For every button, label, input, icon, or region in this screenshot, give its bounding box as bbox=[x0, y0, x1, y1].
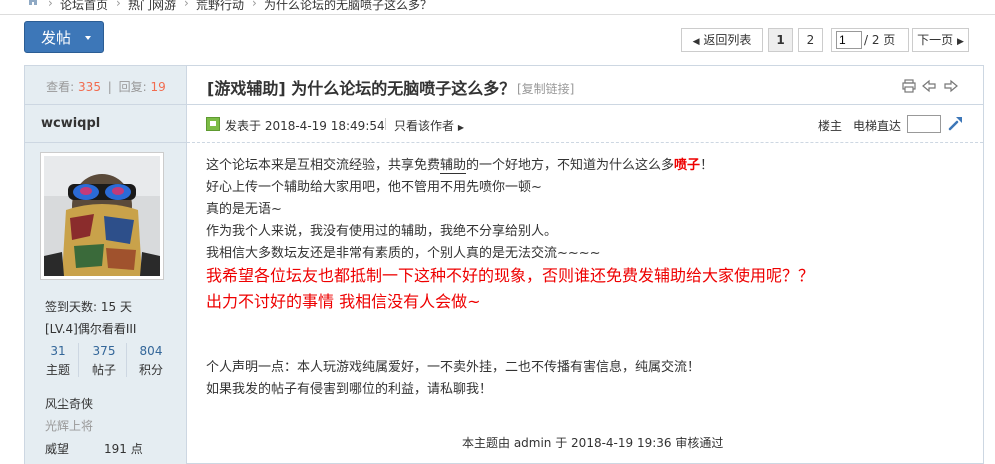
breadcrumb-hot-games[interactable]: 热门网游 bbox=[128, 0, 176, 13]
elevator-label: 电梯直达 bbox=[853, 119, 902, 133]
count-divider bbox=[126, 343, 127, 377]
next-page-button[interactable]: 下一页 ▶ bbox=[912, 28, 969, 52]
checkin-days: 签到天数: 15 天 bbox=[45, 300, 132, 314]
user-rank-sub: 光辉上将 bbox=[45, 419, 94, 433]
moderation-note: 本主题由 admin 于 2018-4-19 19:36 审核通过 bbox=[462, 436, 724, 450]
breadcrumb-forum-home[interactable]: 论坛首页 bbox=[60, 0, 108, 13]
caret-right-icon: ▶ bbox=[457, 123, 464, 132]
count-divider bbox=[78, 343, 79, 377]
keyword-link[interactable]: 辅助 bbox=[440, 158, 467, 174]
print-icon[interactable] bbox=[902, 79, 916, 93]
threads-label: 主题 bbox=[45, 363, 70, 377]
views-count: 335 bbox=[78, 80, 101, 94]
next-thread-icon[interactable] bbox=[944, 79, 958, 93]
page-2-button[interactable]: 2 bbox=[798, 28, 823, 52]
back-to-list-button[interactable]: ◀ 返回列表 bbox=[681, 28, 763, 52]
elevator-go-icon[interactable] bbox=[947, 114, 965, 132]
content-text: 这个论坛本来是互相交流经验，共享免费 bbox=[206, 158, 441, 173]
page-total: / 2 页 bbox=[864, 33, 896, 47]
content-line: 个人声明一点：本人玩游戏纯属爱好，一不卖外挂，二也不传播有害信息，纯属交流！ bbox=[206, 360, 701, 375]
posts-count[interactable]: 375 bbox=[89, 344, 119, 358]
copy-link[interactable]: [复制链接] bbox=[517, 80, 574, 97]
views-label: 查看: bbox=[46, 80, 75, 94]
prestige-value: 191 点 bbox=[104, 442, 143, 456]
highlight-text: 喷子 bbox=[674, 158, 701, 173]
posts-label: 帖子 bbox=[91, 363, 116, 377]
breadcrumb: › 论坛首页 › 热门网游 › 荒野行动 › 为什么论坛的无脑喷子这么多？ bbox=[0, 0, 995, 15]
replies-count: 19 bbox=[150, 80, 166, 94]
points-count[interactable]: 804 bbox=[136, 344, 166, 358]
only-author-link[interactable]: 只看该作者 ▶ bbox=[394, 117, 464, 134]
previous-thread-icon[interactable] bbox=[922, 79, 936, 93]
content-line: 这个论坛本来是互相交流经验，共享免费辅助的一个好地方，不知道为什么这么多喷子！ bbox=[206, 154, 714, 174]
content-line: 作为我个人来说，我没有使用过的辅助，我绝不分享给别人。 bbox=[206, 224, 558, 239]
content-line-emphasis: 我希望各位坛友也都抵制一下这种不好的现象，否则谁还免费发辅助给大家使用呢？？ bbox=[206, 266, 815, 285]
new-post-label: 发帖 bbox=[41, 29, 72, 47]
content-line-emphasis: 出力不讨好的事情 我相信没有人会做~ bbox=[206, 292, 481, 311]
user-rank: 风尘奇侠 bbox=[45, 397, 94, 411]
back-to-list-label: 返回列表 bbox=[703, 33, 752, 47]
thread-title-row: [游戏辅助] 为什么论坛的无脑喷子这么多？ [复制链接] bbox=[187, 66, 983, 105]
next-page-label: 下一页 bbox=[917, 33, 954, 47]
breadcrumb-separator: › bbox=[48, 0, 53, 10]
breadcrumb-separator: › bbox=[184, 0, 189, 10]
threads-count[interactable]: 31 bbox=[43, 344, 73, 358]
breadcrumb-separator: › bbox=[252, 0, 257, 10]
elevator-input[interactable] bbox=[907, 115, 941, 133]
floor-label: 楼主 bbox=[818, 119, 843, 133]
content-text: 的一个好地方，不知道为什么这么多 bbox=[466, 158, 675, 173]
meta-separator bbox=[385, 118, 386, 130]
prestige-label: 威望 bbox=[45, 442, 70, 456]
only-author-label: 只看该作者 bbox=[394, 119, 455, 133]
post-timestamp: 发表于 2018-4-19 18:49:54 bbox=[225, 119, 385, 133]
page-1-button[interactable]: 1 bbox=[768, 28, 793, 52]
chevron-down-icon bbox=[85, 36, 91, 40]
stats-separator: | bbox=[107, 80, 112, 94]
breadcrumb-current-thread[interactable]: 为什么论坛的无脑喷子这么多？ bbox=[264, 0, 432, 13]
title-icons bbox=[901, 78, 963, 97]
thread-stats: 查看: 335 | 回复: 19 bbox=[25, 66, 187, 105]
points-label: 积分 bbox=[138, 363, 163, 377]
breadcrumb-separator: › bbox=[116, 0, 121, 10]
content-text: ！ bbox=[700, 158, 714, 173]
author-name[interactable]: wcwiqpl bbox=[41, 116, 100, 131]
chevron-left-icon: ◀ bbox=[692, 37, 700, 47]
content-line: 如果我发的帖子有侵害到哪位的利益，请私聊我！ bbox=[206, 382, 493, 397]
content-line: 真的是无语~ bbox=[206, 202, 282, 217]
chevron-right-icon: ▶ bbox=[956, 37, 964, 47]
online-status-icon bbox=[206, 117, 220, 131]
post-meta-row: 发表于 2018-4-19 18:49:54 只看该作者 ▶ 楼主 电梯直达 bbox=[187, 104, 983, 143]
home-icon[interactable] bbox=[26, 0, 40, 6]
thread-title: [游戏辅助] 为什么论坛的无脑喷子这么多？ bbox=[207, 75, 515, 99]
page-jump-input[interactable] bbox=[836, 31, 862, 49]
author-row: wcwiqpl bbox=[25, 104, 187, 143]
new-post-button[interactable]: 发帖 bbox=[24, 21, 104, 53]
content-line: 好心上传一个辅助给大家用吧，他不管用不用先喷你一顿~ bbox=[206, 180, 542, 195]
content-line: 我相信大多数坛友还是非常有素质的，个别人真的是无法交流~~~~ bbox=[206, 246, 601, 261]
avatar[interactable] bbox=[40, 152, 164, 280]
thread-title-text: 为什么论坛的无脑喷子这么多？ bbox=[291, 79, 516, 98]
thread-category[interactable]: [游戏辅助] bbox=[207, 79, 286, 98]
avatar-image bbox=[44, 156, 160, 276]
breadcrumb-knives-out[interactable]: 荒野行动 bbox=[196, 0, 244, 13]
replies-label: 回复: bbox=[118, 80, 147, 94]
user-level[interactable]: [LV.4]偶尔看看III bbox=[45, 320, 136, 337]
